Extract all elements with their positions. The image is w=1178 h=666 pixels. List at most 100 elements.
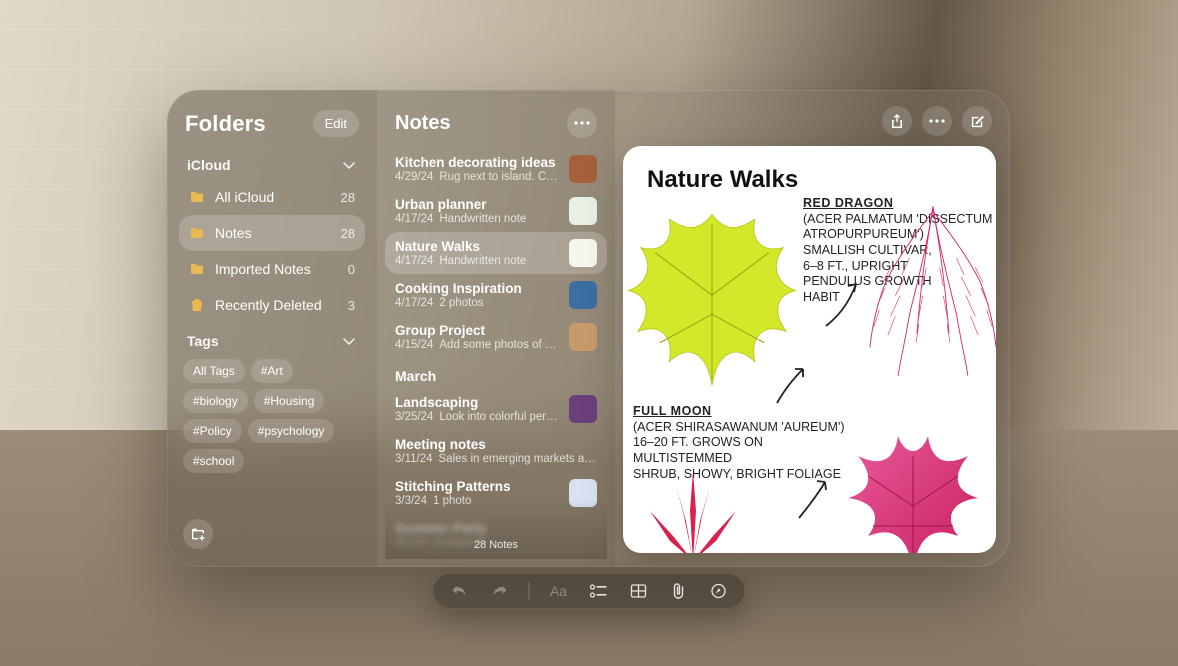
note-list-item[interactable]: Kitchen decorating ideas4/29/24Rug next … <box>385 148 607 190</box>
note-list-item[interactable]: Nature Walks4/17/24Handwritten note <box>385 232 607 274</box>
folder-count: 0 <box>348 262 355 277</box>
checklist-button[interactable] <box>588 580 610 602</box>
folder-plus-icon <box>190 526 206 542</box>
format-toolbar: Aa <box>433 573 746 609</box>
note-thumbnail <box>569 239 597 267</box>
note-item-title: Group Project <box>395 323 559 338</box>
annotation-title: FULL MOON <box>633 404 853 420</box>
edit-button[interactable]: Edit <box>313 110 359 137</box>
folder-label: Imported Notes <box>215 261 311 277</box>
tag[interactable]: #Art <box>251 359 293 383</box>
note-list: Notes Kitchen decorating ideas4/29/24Rug… <box>377 90 615 567</box>
share-button[interactable] <box>882 106 912 136</box>
section-tags[interactable]: Tags <box>179 323 365 355</box>
sidebar-folder[interactable]: Recently Deleted 3 <box>179 287 365 323</box>
note-item-subtitle: 3/25/24Look into colorful perenn… <box>395 411 559 423</box>
notes-window: Folders Edit iCloud All iCloud 28 Notes 28 I… <box>167 90 1010 567</box>
new-folder-button[interactable] <box>183 519 213 549</box>
folder-count: 3 <box>348 298 355 313</box>
note-detail: Nature Walks RED DRAGON (ACER PALMATUM '… <box>615 90 1010 567</box>
ellipsis-icon <box>574 121 590 125</box>
note-item-title: Urban planner <box>395 197 559 212</box>
note-thumbnail <box>569 395 597 423</box>
note-item-subtitle: 4/17/242 photos <box>395 297 559 309</box>
compose-icon <box>970 114 985 129</box>
text-style-button[interactable]: Aa <box>548 580 570 602</box>
note-canvas[interactable]: Nature Walks RED DRAGON (ACER PALMATUM '… <box>623 146 996 553</box>
compose-button[interactable] <box>962 106 992 136</box>
redo-button[interactable] <box>489 580 511 602</box>
table-button[interactable] <box>628 580 650 602</box>
arrow-icon <box>771 361 811 411</box>
ellipsis-icon <box>929 119 945 123</box>
tag[interactable]: All Tags <box>183 359 245 383</box>
redo-icon <box>491 584 509 598</box>
note-item-subtitle: 4/29/24Rug next to island. Conte… <box>395 171 559 183</box>
note-list-item[interactable]: Stitching Patterns3/3/241 photo <box>385 472 607 514</box>
note-item-subtitle: 4/17/24Handwritten note <box>395 255 559 267</box>
note-thumbnail <box>569 197 597 225</box>
sidebar-folder[interactable]: Notes 28 <box>179 215 365 251</box>
leaf-pink <box>813 426 996 553</box>
note-thumbnail <box>569 323 597 351</box>
paperclip-icon <box>672 583 686 599</box>
arrow-icon <box>818 276 868 336</box>
note-item-subtitle: 3/1/24Invitations <box>395 537 597 549</box>
undo-icon <box>451 584 469 598</box>
chevron-down-icon <box>341 333 357 349</box>
tag[interactable]: #biology <box>183 389 248 413</box>
folder-label: Recently Deleted <box>215 297 322 313</box>
tag[interactable]: #Housing <box>254 389 325 413</box>
folder-count: 28 <box>341 226 355 241</box>
section-label: iCloud <box>187 157 231 173</box>
sidebar-folder[interactable]: All iCloud 28 <box>179 179 365 215</box>
more-button[interactable] <box>922 106 952 136</box>
note-title: Nature Walks <box>647 166 972 194</box>
note-item-subtitle: 4/15/24Add some photos of their… <box>395 339 559 351</box>
note-list-item[interactable]: Cooking Inspiration4/17/242 photos <box>385 274 607 316</box>
chevron-down-icon <box>341 157 357 173</box>
note-thumbnail <box>569 281 597 309</box>
more-button[interactable] <box>567 108 597 138</box>
leaf-red-small <box>638 466 748 553</box>
leaf-red-dragon <box>853 201 996 381</box>
note-item-subtitle: 3/11/24Sales in emerging markets are tr… <box>395 453 597 465</box>
note-item-title: Kitchen decorating ideas <box>395 155 559 170</box>
text-style-icon: Aa <box>550 583 567 599</box>
folder-label: All iCloud <box>215 189 274 205</box>
checklist-icon <box>590 584 608 598</box>
markup-button[interactable] <box>708 580 730 602</box>
sidebar: Folders Edit iCloud All iCloud 28 Notes 28 I… <box>167 90 377 567</box>
note-item-subtitle: 3/3/241 photo <box>395 495 559 507</box>
note-thumbnail <box>569 479 597 507</box>
folder-icon <box>189 225 205 241</box>
note-list-item[interactable]: Meeting notes3/11/24Sales in emerging ma… <box>385 430 607 472</box>
undo-button[interactable] <box>449 580 471 602</box>
share-icon <box>890 113 904 129</box>
table-icon <box>631 584 647 598</box>
tags-container: All Tags#Art#biology#Housing #Policy#psyc… <box>179 355 365 477</box>
tag[interactable]: #Policy <box>183 419 242 443</box>
section-icloud[interactable]: iCloud <box>179 147 365 179</box>
note-list-item[interactable]: Landscaping3/25/24Look into colorful per… <box>385 388 607 430</box>
folder-label: Notes <box>215 225 252 241</box>
tag[interactable]: #school <box>183 449 244 473</box>
note-thumbnail <box>569 155 597 183</box>
note-list-item[interactable]: Group Project4/15/24Add some photos of t… <box>385 316 607 358</box>
section-label: Tags <box>187 333 219 349</box>
note-item-subtitle: 4/17/24Handwritten note <box>395 213 559 225</box>
note-item-title: Landscaping <box>395 395 559 410</box>
markup-icon <box>711 583 727 599</box>
folder-count: 28 <box>341 190 355 205</box>
note-item-title: Summer Party <box>395 521 597 536</box>
note-item-title: Meeting notes <box>395 437 597 452</box>
tag[interactable]: #psychology <box>248 419 335 443</box>
note-list-item[interactable]: Summer Party3/1/24Invitations <box>385 514 607 556</box>
sidebar-folder[interactable]: Imported Notes 0 <box>179 251 365 287</box>
sidebar-title: Folders <box>185 111 266 137</box>
note-item-title: Nature Walks <box>395 239 559 254</box>
month-header: March <box>385 358 607 388</box>
attach-button[interactable] <box>668 580 690 602</box>
trash-icon <box>189 297 205 313</box>
note-list-item[interactable]: Urban planner4/17/24Handwritten note <box>385 190 607 232</box>
